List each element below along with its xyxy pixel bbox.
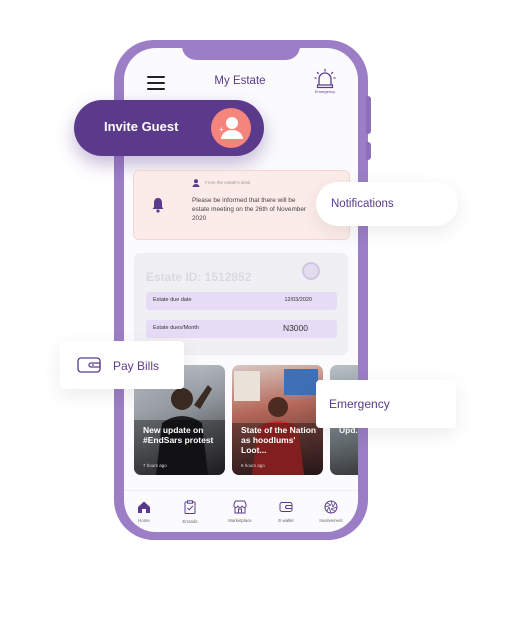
nav-label: Involvement [319,518,343,523]
invite-guest-label: Invite Guest [104,119,179,134]
estate-dues-value: N3000 [282,323,308,333]
person-icon [192,179,200,187]
bottom-nav-divider [124,490,358,491]
estate-id: Estate ID: 1512852 [146,270,252,284]
emergency-icon-label: Emergency [314,89,336,94]
emergency-label: Emergency [329,397,390,411]
estate-status-icon [302,262,320,280]
store-icon [233,500,247,514]
pay-bills-label: Pay Bills [113,359,160,373]
menu-icon[interactable] [147,76,165,90]
nav-marketplace[interactable]: Marketplace [220,494,260,528]
estate-dues-label: Estate dues/Month [153,325,199,331]
news-time: 6 hours ago [241,463,265,468]
nav-ewallet[interactable]: E-wallet [266,494,306,528]
svg-text:+: + [219,125,224,134]
nav-label: Marketplace [228,518,252,523]
home-icon [138,501,150,513]
siren-icon[interactable] [314,68,336,90]
notifications-label: Notifications [331,198,394,210]
nav-involvement[interactable]: Involvement [311,494,351,528]
news-title: State of the Nation as hoodlums' Loot... [241,425,317,455]
estate-due-date-label: Estate due date [153,297,192,303]
page-title: My Estate [214,75,266,87]
wallet-icon [279,502,293,512]
clipboard-icon [184,500,196,514]
aperture-icon [324,500,338,514]
phone-side-button [366,142,371,160]
phone-side-button [366,96,371,134]
news-time: 7 hours ago [143,463,167,468]
nav-home[interactable]: Home [124,494,164,528]
notification-sender: From the estate's desk [205,180,251,185]
nav-label: Home [138,518,150,523]
phone-notch [182,40,300,60]
wallet-icon [77,357,101,373]
estate-due-date-value: 12/03/2020 [284,297,312,303]
notification-message: Please be informed that there will be es… [192,197,307,222]
news-title: New update on #EndSars protest [143,425,214,445]
nav-label: Errands [182,519,198,524]
news-card[interactable] [232,365,323,475]
add-user-icon[interactable]: + [211,108,251,148]
nav-label: E-wallet [278,518,294,523]
nav-errands[interactable]: Errands [170,494,210,528]
bell-icon [152,198,164,213]
